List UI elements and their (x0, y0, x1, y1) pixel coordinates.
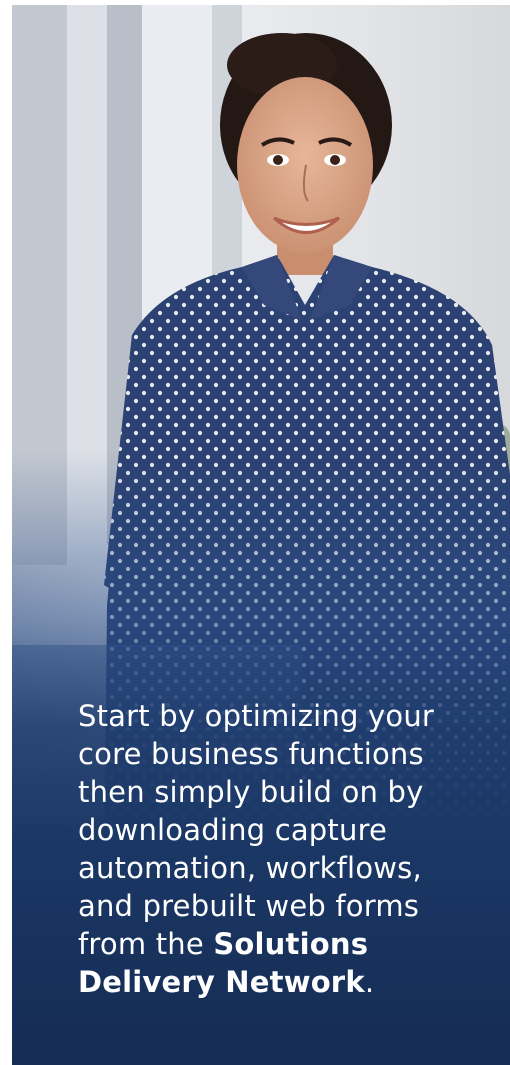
caption-period: . (364, 965, 375, 999)
hero-card: Start by optimizing your core business f… (12, 5, 510, 1065)
hero-caption: Start by optimizing your core business f… (78, 697, 478, 1001)
caption-text: Start by optimizing your core business f… (78, 699, 435, 961)
